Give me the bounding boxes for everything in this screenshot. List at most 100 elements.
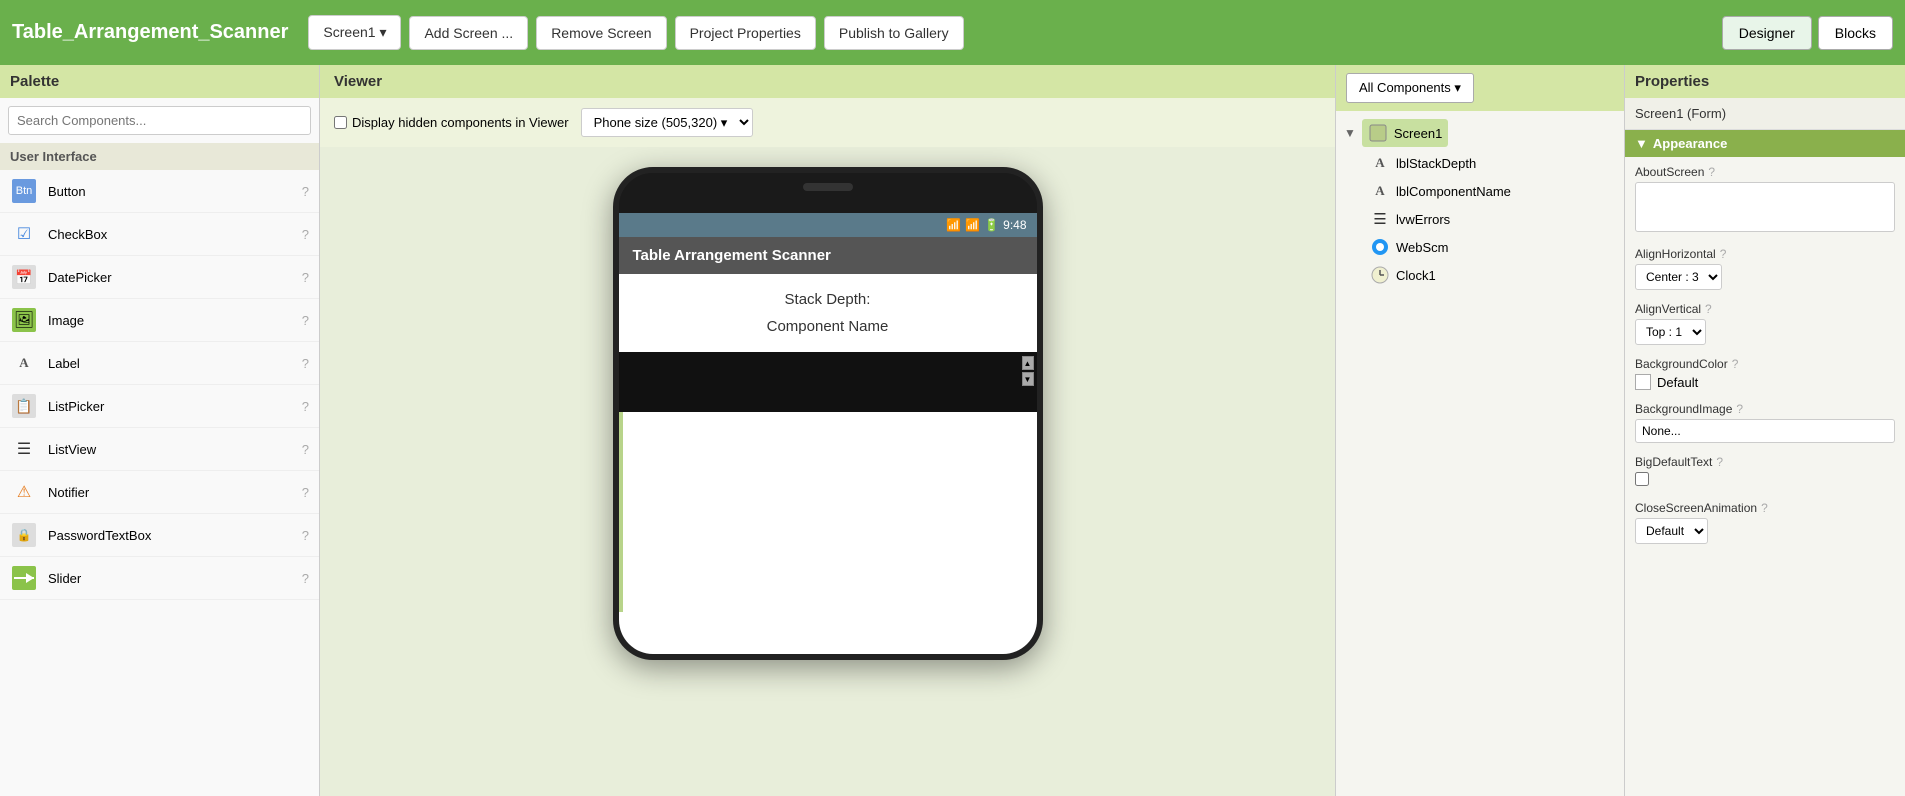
prop-align-vertical-select[interactable]: Top : 1	[1635, 319, 1706, 345]
prop-label-about-screen: AboutScreen ?	[1635, 165, 1895, 179]
scroll-down-arrow[interactable]: ▼	[1022, 372, 1034, 386]
wifi-icon: 📶	[946, 218, 961, 232]
palette-section-header: User Interface	[0, 143, 319, 170]
palette-item-listpicker[interactable]: 📋 ListPicker ?	[0, 385, 319, 428]
phone-label-stack-depth: Stack Depth:	[631, 286, 1025, 313]
phone-speaker	[803, 183, 853, 191]
palette-help-slider[interactable]: ?	[302, 571, 309, 586]
scroll-up-arrow[interactable]: ▲	[1022, 356, 1034, 370]
prop-help-align-horizontal[interactable]: ?	[1720, 247, 1727, 261]
components-tree: ▼ Screen1 A lblStackDepth A	[1336, 111, 1624, 796]
prop-align-vertical: AlignVertical ? Top : 1	[1635, 302, 1895, 345]
lblComponentName-icon: A	[1370, 181, 1390, 201]
palette-label-slider: Slider	[48, 571, 302, 586]
viewer-controls: Display hidden components in Viewer Phon…	[320, 98, 1335, 147]
tree-item-lblStackDepth[interactable]: A lblStackDepth	[1364, 149, 1616, 177]
image-icon: 🖼	[10, 306, 38, 334]
checkbox-icon: ☑	[10, 220, 38, 248]
phone-app-bar-title: Table Arrangement Scanner	[633, 247, 831, 264]
palette-item-button[interactable]: Btn Button ?	[0, 170, 319, 213]
palette-help-button[interactable]: ?	[302, 184, 309, 199]
status-time: 9:48	[1003, 218, 1026, 232]
prop-about-screen-textarea[interactable]	[1635, 182, 1895, 232]
tree-collapse-screen1[interactable]: ▼	[1344, 126, 1356, 140]
palette-help-checkbox[interactable]: ?	[302, 227, 309, 242]
datepicker-icon: 📅	[10, 263, 38, 291]
prop-help-about-screen[interactable]: ?	[1708, 165, 1715, 179]
remove-screen-button[interactable]: Remove Screen	[536, 16, 666, 50]
properties-header: Properties	[1625, 65, 1905, 98]
tree-item-lvwErrors[interactable]: ☰ lvwErrors	[1364, 205, 1616, 233]
prop-background-image-input[interactable]	[1635, 419, 1895, 443]
prop-help-big-default-text[interactable]: ?	[1716, 455, 1723, 469]
search-components-input[interactable]	[8, 106, 311, 135]
background-color-box[interactable]	[1635, 374, 1651, 390]
prop-big-default-text: BigDefaultText ?	[1635, 455, 1895, 489]
prop-close-screen-animation-select[interactable]: Default	[1635, 518, 1708, 544]
tree-label-lblStackDepth: lblStackDepth	[1396, 156, 1476, 171]
header-right: Designer Blocks	[1722, 16, 1893, 50]
palette-label-listview: ListView	[48, 442, 302, 457]
prop-close-screen-animation: CloseScreenAnimation ? Default	[1635, 501, 1895, 544]
palette-label-checkbox: CheckBox	[48, 227, 302, 242]
palette-help-passwordtextbox[interactable]: ?	[302, 528, 309, 543]
prop-label-background-image: BackgroundImage ?	[1635, 402, 1895, 416]
listpicker-icon: 📋	[10, 392, 38, 420]
palette-item-listview[interactable]: ☰ ListView ?	[0, 428, 319, 471]
project-properties-button[interactable]: Project Properties	[675, 16, 816, 50]
properties-panel: Properties Screen1 (Form) ▼ Appearance A…	[1625, 65, 1905, 796]
palette-label-passwordtextbox: PasswordTextBox	[48, 528, 302, 543]
header: Table_Arrangement_Scanner Screen1 ▾ Add …	[0, 0, 1905, 65]
palette-item-image[interactable]: 🖼 Image ?	[0, 299, 319, 342]
prop-big-default-text-checkbox[interactable]	[1635, 472, 1649, 486]
lblStackDepth-icon: A	[1370, 153, 1390, 173]
palette-help-label[interactable]: ?	[302, 356, 309, 371]
prop-background-color: BackgroundColor ? Default	[1635, 357, 1895, 390]
add-screen-button[interactable]: Add Screen ...	[409, 16, 528, 50]
hidden-components-checkbox[interactable]	[334, 116, 347, 129]
tree-item-lblComponentName[interactable]: A lblComponentName	[1364, 177, 1616, 205]
tree-item-Clock1[interactable]: Clock1	[1364, 261, 1616, 289]
phone-labels: Stack Depth: Component Name	[619, 274, 1037, 352]
prop-background-image: BackgroundImage ?	[1635, 402, 1895, 443]
palette-help-listview[interactable]: ?	[302, 442, 309, 457]
palette-item-notifier[interactable]: ⚠ Notifier ?	[0, 471, 319, 514]
blocks-button[interactable]: Blocks	[1818, 16, 1893, 50]
viewer-header: Viewer	[320, 65, 1335, 98]
screen1-button[interactable]: Screen1 ▾	[308, 15, 401, 50]
palette-item-passwordtextbox[interactable]: 🔒 PasswordTextBox ?	[0, 514, 319, 557]
prop-align-horizontal-select[interactable]: Center : 3	[1635, 264, 1722, 290]
palette-item-slider[interactable]: Slider ?	[0, 557, 319, 600]
tree-children: A lblStackDepth A lblComponentName ☰ lvw…	[1364, 149, 1616, 289]
palette-label-listpicker: ListPicker	[48, 399, 302, 414]
tree-item-screen1[interactable]: Screen1	[1362, 119, 1448, 147]
palette-label-image: Image	[48, 313, 302, 328]
prop-label-big-default-text: BigDefaultText ?	[1635, 455, 1895, 469]
all-components-button[interactable]: All Components ▾	[1346, 73, 1474, 103]
publish-to-gallery-button[interactable]: Publish to Gallery	[824, 16, 964, 50]
palette-item-label[interactable]: A Label ?	[0, 342, 319, 385]
tree-label-screen1: Screen1	[1394, 126, 1442, 141]
palette-panel: Palette User Interface Btn Button ? ☑ Ch…	[0, 65, 320, 796]
viewer-canvas: 📶 📶 🔋 9:48 Table Arrangement Scanner Sta…	[320, 147, 1335, 796]
phone-scrollbar: ▲ ▼	[1021, 356, 1035, 386]
palette-help-image[interactable]: ?	[302, 313, 309, 328]
palette-help-notifier[interactable]: ?	[302, 485, 309, 500]
palette-item-datepicker[interactable]: 📅 DatePicker ?	[0, 256, 319, 299]
listview-icon: ☰	[10, 435, 38, 463]
label-palette-icon: A	[10, 349, 38, 377]
palette-help-datepicker[interactable]: ?	[302, 270, 309, 285]
palette-help-listpicker[interactable]: ?	[302, 399, 309, 414]
prop-help-background-image[interactable]: ?	[1736, 402, 1743, 416]
designer-button[interactable]: Designer	[1722, 16, 1812, 50]
tree-item-WebScm[interactable]: WebScm	[1364, 233, 1616, 261]
palette-item-checkbox[interactable]: ☑ CheckBox ?	[0, 213, 319, 256]
main-layout: Palette User Interface Btn Button ? ☑ Ch…	[0, 65, 1905, 796]
appearance-triangle-icon: ▼	[1635, 136, 1648, 151]
prop-help-close-screen-animation[interactable]: ?	[1761, 501, 1768, 515]
prop-help-align-vertical[interactable]: ?	[1705, 302, 1712, 316]
phone-size-select[interactable]: Phone size (505,320) ▾	[581, 108, 753, 137]
palette-label-label: Label	[48, 356, 302, 371]
hidden-components-control: Display hidden components in Viewer	[334, 115, 569, 130]
prop-help-background-color[interactable]: ?	[1732, 357, 1739, 371]
